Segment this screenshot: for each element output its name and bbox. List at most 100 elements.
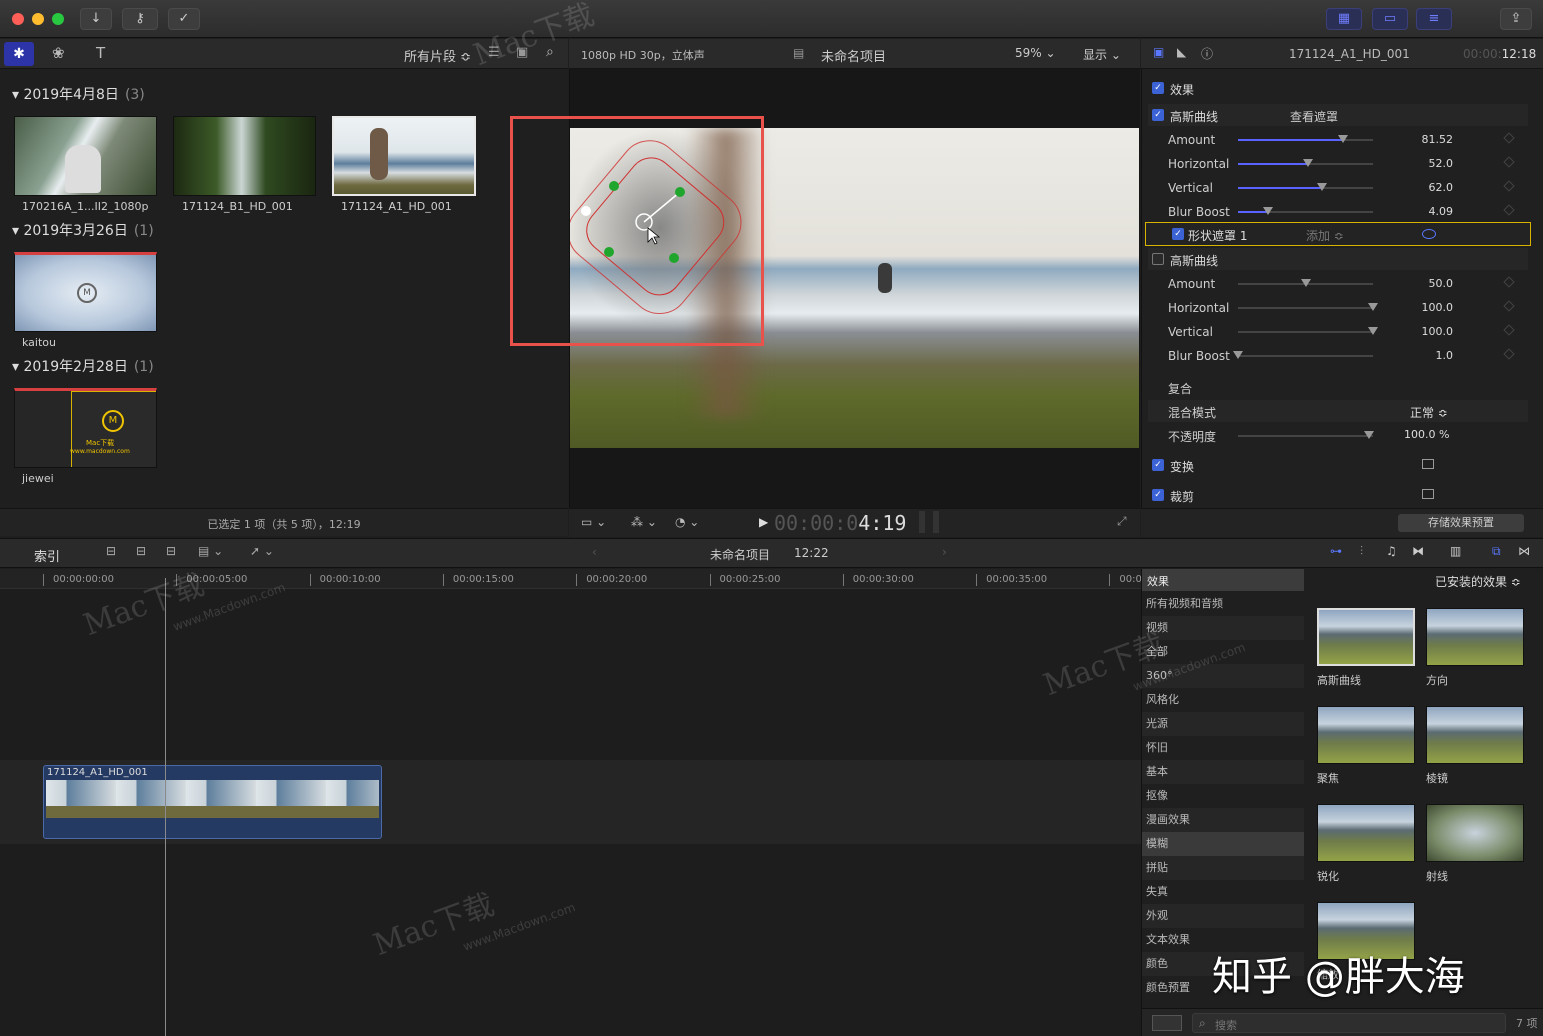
minimize-window-button[interactable] bbox=[32, 13, 44, 25]
transform-checkbox[interactable]: ✓ bbox=[1152, 459, 1164, 471]
effect-category-item[interactable]: 所有视频和音频 bbox=[1142, 592, 1304, 616]
effect-category-item[interactable]: 光源 bbox=[1142, 712, 1304, 736]
parameter-slider[interactable] bbox=[1238, 183, 1373, 191]
view-options-popup[interactable]: 显示 ⌄ bbox=[1083, 46, 1121, 63]
opacity-slider[interactable] bbox=[1238, 431, 1374, 439]
parameter-slider[interactable] bbox=[1238, 327, 1378, 335]
crop-checkbox[interactable]: ✓ bbox=[1152, 489, 1164, 501]
transform-onscreen-icon[interactable] bbox=[1422, 459, 1434, 469]
effect-category-item[interactable]: 基本 bbox=[1142, 760, 1304, 784]
timeline-index-button[interactable]: 索引 bbox=[34, 546, 60, 565]
parameter-value[interactable]: 81.52 bbox=[1403, 133, 1454, 146]
clip-thumbnail[interactable] bbox=[14, 116, 157, 196]
slider-knob[interactable] bbox=[1364, 431, 1374, 439]
timecode-display[interactable]: 00:00:04:19 bbox=[774, 511, 906, 535]
slider-knob[interactable] bbox=[1233, 351, 1243, 359]
titles-icon[interactable]: T bbox=[96, 44, 105, 62]
effect-category-item[interactable]: 风格化 bbox=[1142, 688, 1304, 712]
effects-browser-icon[interactable]: ⧉ bbox=[1492, 544, 1501, 559]
effect-item[interactable]: 射线 bbox=[1426, 804, 1524, 884]
effect-enable-checkbox[interactable]: ✓ bbox=[1152, 109, 1164, 121]
zoom-window-button[interactable] bbox=[52, 13, 64, 25]
slider-knob[interactable] bbox=[1262, 207, 1273, 215]
snapping-icon[interactable]: ⧓ bbox=[1412, 544, 1424, 558]
gaussian-effect-header[interactable]: ✓ 高斯曲线 查看遮罩 bbox=[1148, 104, 1528, 126]
effect-item[interactable]: 棱镜 bbox=[1426, 706, 1524, 786]
parameter-slider[interactable] bbox=[1238, 279, 1373, 287]
add-mask-popup[interactable]: 添加 ≎ bbox=[1306, 227, 1344, 244]
parameter-value[interactable]: 50.0 bbox=[1403, 277, 1454, 290]
parameter-slider[interactable] bbox=[1233, 351, 1373, 359]
enhancement-popup[interactable]: ⁂ ⌄ bbox=[631, 515, 657, 529]
effect-category-item[interactable]: 失真 bbox=[1142, 880, 1304, 904]
slider-knob[interactable] bbox=[1368, 303, 1378, 311]
effects-search-field[interactable]: ⌕ 搜索 bbox=[1192, 1013, 1506, 1033]
connect-clip-icon[interactable]: ⊟ bbox=[106, 544, 116, 558]
close-window-button[interactable] bbox=[12, 13, 24, 25]
effect-category-item[interactable]: 漫画效果 bbox=[1142, 808, 1304, 832]
effect-category-item[interactable]: 怀旧 bbox=[1142, 736, 1304, 760]
parameter-value[interactable]: 62.0 bbox=[1403, 181, 1454, 194]
save-effects-preset-button[interactable]: 存储效果预置 bbox=[1398, 514, 1524, 532]
mask-enable-checkbox[interactable]: ✓ bbox=[1172, 228, 1184, 240]
overwrite-clip-icon[interactable]: ▤ ⌄ bbox=[198, 544, 223, 558]
zoom-popup[interactable]: 59% ⌄ bbox=[1015, 46, 1056, 60]
date-group-header[interactable]: ▾ 2019年2月28日 (1) bbox=[12, 356, 154, 376]
parameter-slider[interactable] bbox=[1238, 135, 1373, 143]
keyword-button[interactable]: ⚷ bbox=[122, 8, 158, 30]
crop-onscreen-icon[interactable] bbox=[1422, 489, 1434, 499]
history-forward-icon[interactable]: › bbox=[942, 545, 947, 559]
libraries-icon[interactable]: ✱ bbox=[4, 42, 34, 66]
parameter-value[interactable]: 100.0 bbox=[1403, 301, 1454, 314]
import-button[interactable]: ↓ bbox=[80, 8, 112, 30]
clip-thumbnail[interactable]: M Mac下载 www.macdown.com bbox=[14, 388, 157, 468]
info-icon[interactable]: ⓘ bbox=[1201, 45, 1213, 62]
append-clip-icon[interactable]: ⊟ bbox=[166, 544, 176, 558]
keyframe-icon[interactable] bbox=[1503, 132, 1515, 144]
timeline-clip[interactable]: 171124_A1_HD_001 bbox=[43, 765, 382, 839]
effect-enable-checkbox[interactable] bbox=[1152, 253, 1164, 265]
effects-section-header[interactable]: ✓ 效果 bbox=[1148, 78, 1528, 98]
effect-category-item[interactable]: 模糊 bbox=[1142, 832, 1304, 856]
video-inspector-icon[interactable]: ▣ bbox=[1153, 45, 1164, 59]
keyframe-icon[interactable] bbox=[1503, 348, 1515, 360]
slider-knob[interactable] bbox=[1316, 183, 1327, 191]
effect-item[interactable]: 锐化 bbox=[1317, 804, 1415, 884]
clip-filter-popup[interactable]: 所有片段 ≎ bbox=[404, 46, 471, 65]
mask-shape-icon[interactable] bbox=[1422, 229, 1436, 239]
show-inspector-button[interactable]: ≡ bbox=[1416, 8, 1452, 30]
slider-knob[interactable] bbox=[1300, 279, 1311, 287]
clip-thumbnail-selected[interactable] bbox=[332, 116, 476, 196]
background-tasks-button[interactable]: ✓ bbox=[168, 8, 200, 30]
date-group-header[interactable]: ▾ 2019年4月8日 (3) bbox=[12, 84, 145, 104]
slider-knob[interactable] bbox=[1338, 135, 1349, 143]
effect-category-item[interactable]: 拼贴 bbox=[1142, 856, 1304, 880]
share-button[interactable]: ⇪ bbox=[1500, 8, 1532, 30]
parameter-value[interactable]: 100.0 bbox=[1403, 325, 1454, 338]
opacity-value[interactable]: 100.0 % bbox=[1404, 428, 1449, 441]
transform-section[interactable]: ✓ 变换 bbox=[1148, 455, 1528, 477]
parameter-value[interactable]: 52.0 bbox=[1403, 157, 1454, 170]
keyframe-icon[interactable] bbox=[1503, 156, 1515, 168]
transform-popup[interactable]: ▭ ⌄ bbox=[581, 515, 606, 529]
keyframe-icon[interactable] bbox=[1503, 300, 1515, 312]
effect-item[interactable]: 聚焦 bbox=[1317, 706, 1415, 786]
date-group-header[interactable]: ▾ 2019年3月26日 (1) bbox=[12, 220, 154, 240]
sidebar-toggle-icon[interactable] bbox=[1152, 1015, 1182, 1031]
headphones-icon[interactable]: ♫ bbox=[1386, 544, 1397, 558]
crop-section[interactable]: ✓ 裁剪 bbox=[1148, 485, 1528, 507]
keyframe-icon[interactable] bbox=[1503, 204, 1515, 216]
clip-appearance-icon[interactable]: ▥ bbox=[1450, 544, 1461, 558]
parameter-value[interactable]: 4.09 bbox=[1403, 205, 1454, 218]
keyframe-icon[interactable] bbox=[1503, 276, 1515, 288]
effect-category-item[interactable]: 视频 bbox=[1142, 616, 1304, 640]
play-icon[interactable]: ▶ bbox=[759, 515, 768, 529]
parameter-value[interactable]: 1.0 bbox=[1403, 349, 1454, 362]
audio-skimming-icon[interactable]: ⫶ bbox=[1360, 544, 1363, 559]
blend-mode-popup[interactable]: 正常 ≎ bbox=[1410, 404, 1448, 421]
keyframe-icon[interactable] bbox=[1503, 180, 1515, 192]
shape-mask-row[interactable]: ✓ 形状遮罩 1 添加 ≎ bbox=[1145, 222, 1531, 246]
show-browser-button[interactable]: ▦ bbox=[1326, 8, 1362, 30]
color-inspector-icon[interactable]: ◣ bbox=[1177, 45, 1186, 59]
effects-checkbox[interactable]: ✓ bbox=[1152, 82, 1164, 94]
